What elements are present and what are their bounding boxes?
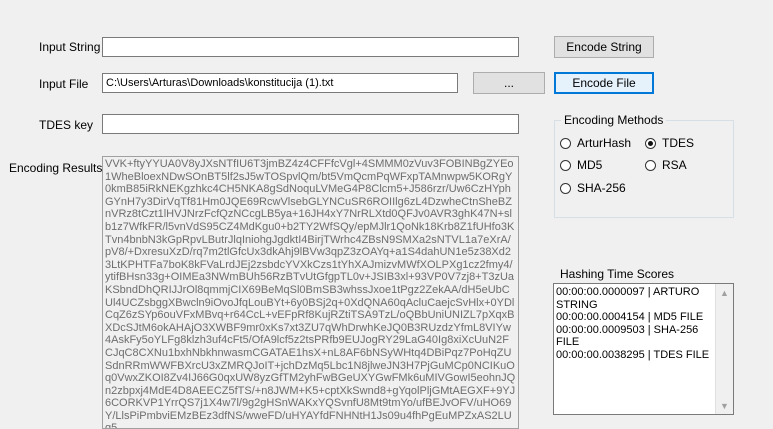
- radio-label: ArturHash: [577, 136, 632, 150]
- encoding-results-label: Encoding Results: [9, 161, 103, 175]
- radio-sha256[interactable]: SHA-256: [560, 181, 626, 195]
- encode-file-button[interactable]: Encode File: [554, 72, 654, 94]
- radio-label: SHA-256: [577, 181, 626, 195]
- radio-circle-icon: [560, 182, 571, 194]
- radio-label: RSA: [662, 158, 687, 172]
- radio-label: MD5: [577, 158, 603, 172]
- scroll-down-icon[interactable]: ▼: [716, 397, 733, 414]
- vertical-scrollbar[interactable]: ▲ ▼: [715, 284, 733, 414]
- hashing-time-entry: 00:00:00.0009503 | SHA-256 FILE: [556, 323, 699, 349]
- hashing-time-entry: 00:00:00.0000097 | ARTURO STRING: [556, 286, 700, 311]
- radio-tdes[interactable]: TDES: [645, 136, 694, 150]
- hashing-time-entry: 00:00:00.0038295 | TDES FILE: [556, 348, 710, 361]
- tdes-key-label: TDES key: [39, 118, 94, 132]
- radio-circle-icon: [560, 137, 571, 149]
- hashing-time-scores-label: Hashing Time Scores: [560, 267, 675, 281]
- encode-string-button[interactable]: Encode String: [554, 36, 654, 58]
- input-string-label: Input String: [39, 40, 101, 54]
- encoding-results-textarea[interactable]: VVK+ftyYYUA0V8yJXsNTfIU6T3jmBZ4z4CFFfcVg…: [102, 156, 519, 429]
- radio-rsa[interactable]: RSA: [645, 158, 687, 172]
- radio-checked-icon: [645, 137, 656, 149]
- browse-file-button[interactable]: ...: [473, 72, 545, 94]
- input-file-label: Input File: [39, 77, 89, 91]
- hashing-times-textbox[interactable]: 00:00:00.0000097 | ARTURO STRING 00:00:00…: [553, 283, 734, 415]
- input-file-path-field[interactable]: C:\Users\Arturas\Downloads\konstitucija …: [102, 73, 458, 93]
- tdes-key-field[interactable]: [102, 114, 519, 134]
- hashing-time-entry: 00:00:00.0004154 | MD5 FILE: [556, 311, 704, 324]
- radio-circle-icon: [560, 159, 571, 171]
- radio-circle-icon: [645, 159, 656, 171]
- scroll-up-icon[interactable]: ▲: [716, 284, 733, 301]
- radio-md5[interactable]: MD5: [560, 158, 602, 172]
- input-string-field[interactable]: [102, 37, 519, 57]
- radio-label: TDES: [662, 136, 695, 150]
- hashing-times-content: 00:00:00.0000097 | ARTURO STRING 00:00:00…: [556, 286, 714, 362]
- radio-arturhash[interactable]: ArturHash: [560, 136, 631, 150]
- encoding-methods-title: Encoding Methods: [561, 113, 667, 127]
